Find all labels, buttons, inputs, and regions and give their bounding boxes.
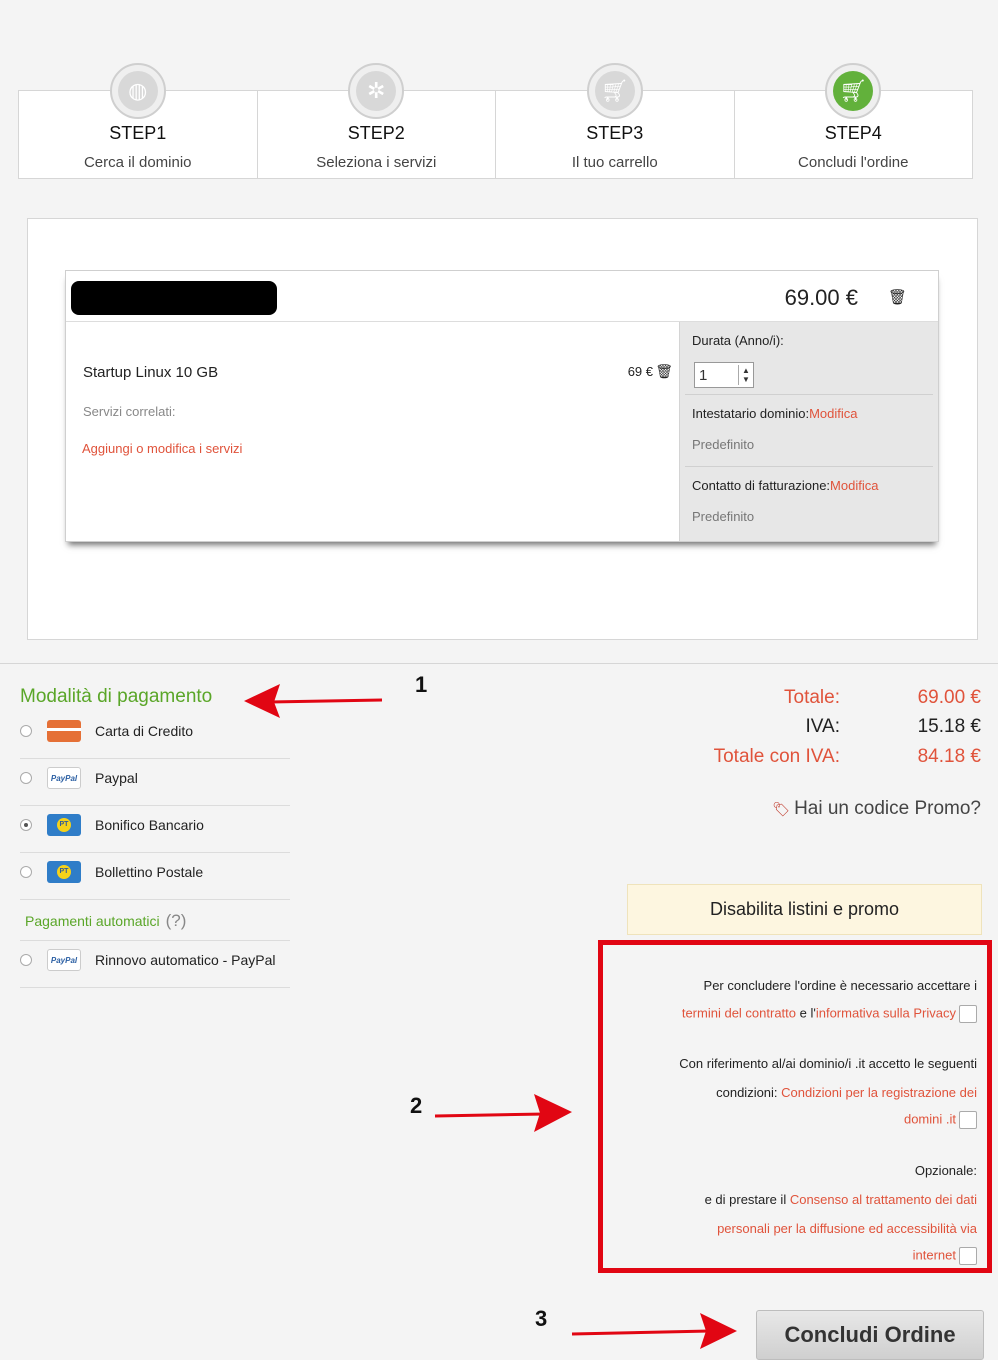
annotation-arrow-icon bbox=[269, 698, 383, 704]
annotation-arrow-icon bbox=[571, 1329, 711, 1336]
annotation-arrow-icon bbox=[434, 1112, 546, 1118]
annotation-arrows bbox=[244, 684, 737, 1349]
